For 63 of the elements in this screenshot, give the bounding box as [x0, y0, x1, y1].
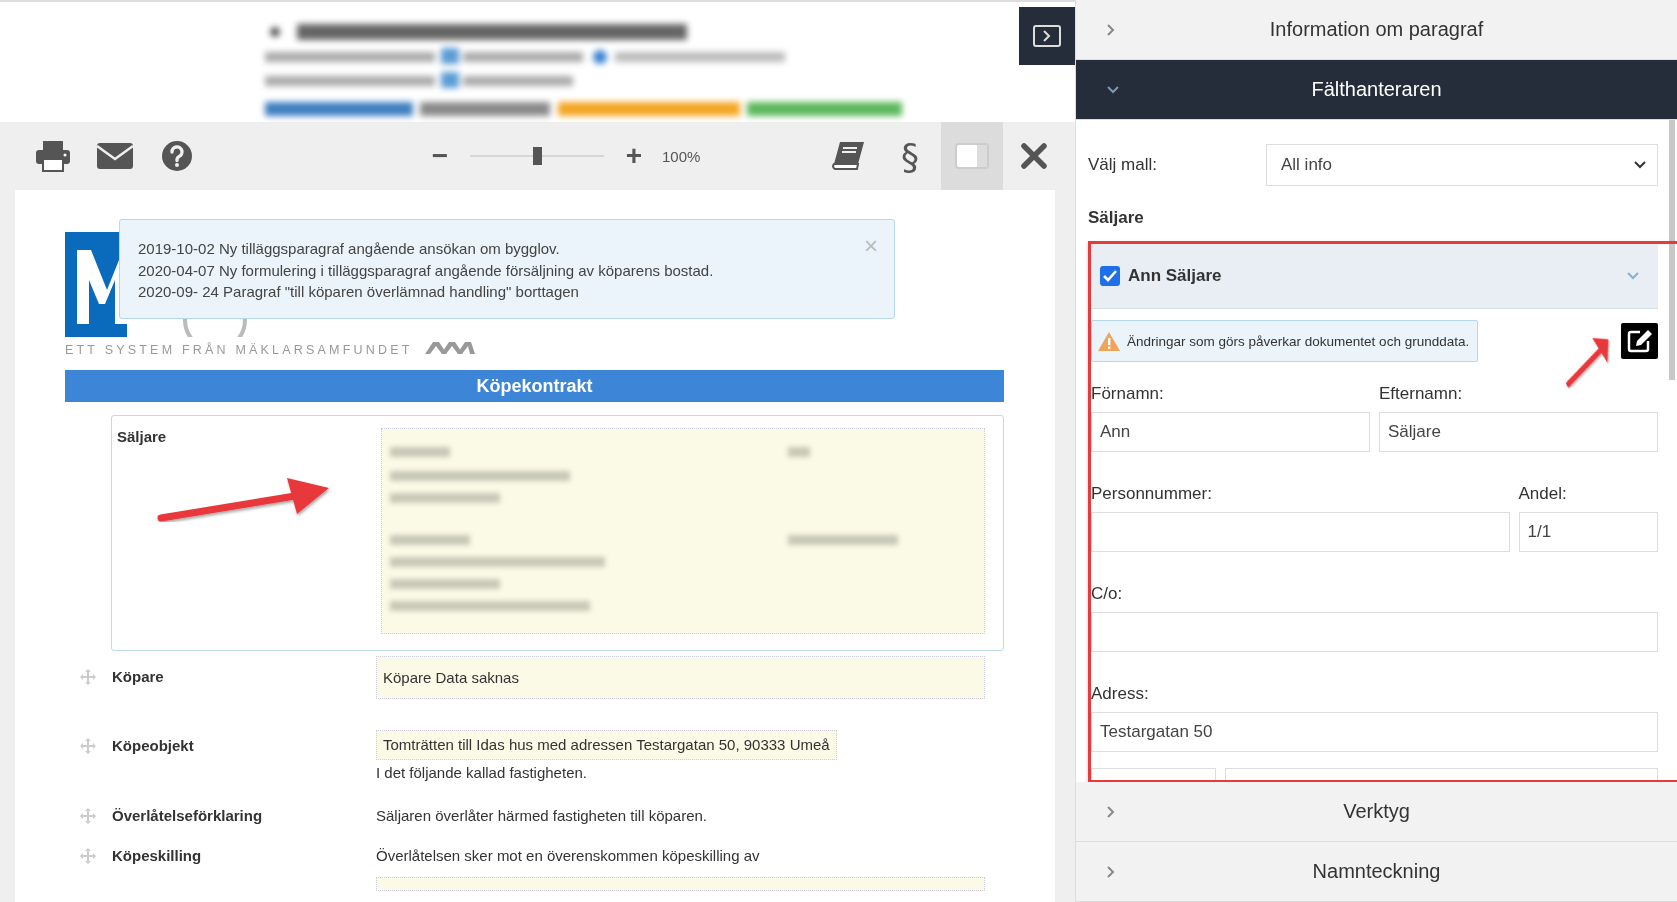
input-field[interactable]	[1091, 612, 1658, 652]
edit-button[interactable]	[1621, 323, 1658, 359]
field-box: Köpare Data saknas	[376, 656, 985, 699]
field-label: C/o:	[1091, 584, 1124, 604]
warning-icon	[1097, 330, 1121, 352]
chevron-right-icon	[1106, 804, 1116, 819]
panel-icon	[955, 143, 989, 169]
paragraph-text: Överlåtelsen sker mot en överenskommen köpeskilling av	[376, 846, 761, 866]
section-label: Säljare	[116, 428, 168, 445]
input-field[interactable]: 1/1	[1518, 512, 1658, 552]
field-box: Tomträtten till Idas hus med adressen Testargatan 50, 90333 Umeå	[376, 730, 837, 760]
section-label: Köpeobjekt	[111, 736, 195, 754]
group-title: Säljare	[1088, 208, 1145, 228]
chevron-right-icon	[1106, 22, 1116, 37]
checkmark-icon	[1103, 270, 1117, 282]
accordion-header[interactable]: Namnteckning	[1076, 842, 1677, 902]
field-label: Personnummer:	[1091, 484, 1213, 504]
slider-thumb[interactable]	[533, 147, 542, 165]
input-field[interactable]: Ann	[1091, 412, 1370, 452]
document-title: Köpekontrakt	[65, 370, 1004, 402]
field-label: Välj mall:	[1088, 155, 1158, 175]
section-label: Överlåtelseförklaring	[111, 806, 264, 824]
select-value: All info	[1281, 155, 1334, 175]
zoom-level: 100%	[662, 147, 701, 165]
paragraph-button[interactable]: §	[879, 122, 941, 190]
zoom-in-button[interactable]: +	[614, 140, 654, 172]
template-select[interactable]: All info	[1266, 144, 1658, 186]
book-icon	[831, 141, 865, 171]
section-label: Köpare	[111, 667, 165, 685]
paragraph-text: I det följande kallad fastigheten.	[376, 764, 588, 781]
warning-text: Ändringar som görs påverkar dokumentet och grunddata.	[1127, 333, 1470, 349]
accordion-header[interactable]: Information om paragraf	[1076, 0, 1677, 60]
envelope-icon	[96, 142, 134, 170]
panel-toggle-button[interactable]	[1019, 7, 1075, 65]
logo-tagline: ETT SYSTEM FRÅN MÄKLARSAMFUNDET	[65, 343, 413, 357]
close-icon	[1021, 143, 1047, 169]
section-label: Köpeskilling	[111, 846, 203, 864]
printer-icon	[35, 140, 71, 172]
field-label: Efternamn:	[1379, 384, 1464, 404]
notification-text: 2020-04-07 Ny formulering i tilläggsparagraf angående försäljning av köparens bostad.	[138, 260, 714, 281]
accordion-header[interactable]: Fälthanteraren	[1076, 60, 1677, 120]
checkbox[interactable]	[1100, 266, 1120, 286]
accordion-header[interactable]: Verktyg	[1076, 782, 1677, 842]
zoom-out-button[interactable]: −	[420, 140, 460, 172]
chevron-down-icon	[1633, 160, 1647, 170]
selected-section[interactable]: Säljare	[111, 415, 1004, 651]
notification-text: 2019-10-02 Ny tilläggsparagraf angående ansökan om bygglov.	[138, 239, 560, 259]
input-field[interactable]: Säljare	[1379, 412, 1658, 452]
person-name: Ann Säljare	[1128, 266, 1222, 286]
input-field[interactable]: Testargatan 50	[1091, 712, 1658, 752]
chevron-down-icon	[1106, 84, 1120, 95]
field-label: Andel:	[1518, 484, 1568, 504]
chevron-right-icon	[1033, 25, 1061, 47]
person-header[interactable]: Ann Säljare	[1091, 244, 1658, 309]
help-icon	[161, 140, 193, 172]
mark-icon	[424, 342, 475, 354]
paragraph-text: Säljaren överlåter härmed fastigheten till köparen.	[376, 806, 709, 826]
field-label: Adress:	[1091, 684, 1150, 704]
input-field[interactable]	[1091, 512, 1510, 552]
field-label: Förnamn:	[1091, 384, 1165, 404]
chevron-right-icon	[1106, 864, 1116, 879]
edit-icon	[1626, 329, 1653, 353]
notification-text: 2020-09- 24 Paragraf "till köparen överlämnad handling" borttagen	[138, 282, 579, 302]
